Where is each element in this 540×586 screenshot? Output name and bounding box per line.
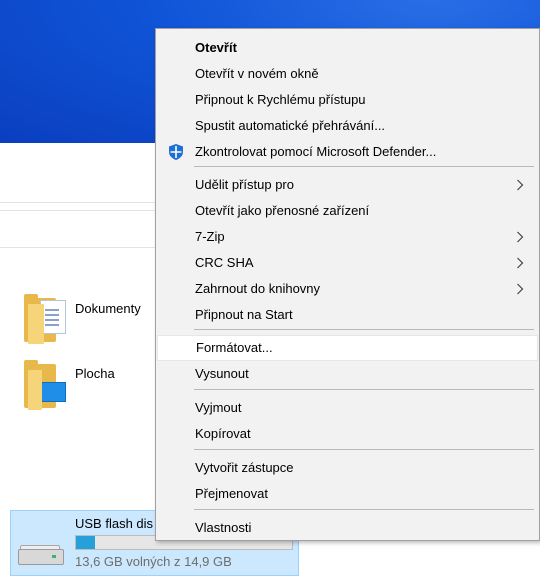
usb-drive-icon <box>18 545 64 565</box>
menu-item-label: Spustit automatické přehrávání... <box>195 118 386 133</box>
menu-item-kopirovat[interactable]: Kopírovat <box>157 421 538 447</box>
menu-item-label: Vlastnosti <box>195 520 252 535</box>
menu-separator <box>194 509 534 510</box>
drive-usage-fill <box>76 536 96 549</box>
menu-item-label: Vyjmout <box>195 400 242 415</box>
menu-item-label: Kopírovat <box>195 426 251 441</box>
menu-item-label: Přejmenovat <box>195 486 268 501</box>
folder-label-plocha[interactable]: Plocha <box>75 366 115 381</box>
menu-item-label: Otevřít <box>195 40 237 55</box>
menu-item-label: Vysunout <box>195 366 249 381</box>
documents-folder-icon[interactable] <box>24 294 72 346</box>
menu-item-label: Zahrnout do knihovny <box>195 281 321 296</box>
divider <box>0 202 155 203</box>
menu-item-vysunout[interactable]: Vysunout <box>157 361 538 387</box>
menu-item-pripnout-na-start[interactable]: Připnout na Start <box>157 302 538 328</box>
menu-item-udelit-pristup-pro[interactable]: Udělit přístup pro <box>157 172 538 198</box>
menu-item-zahrnout-do-knihovny[interactable]: Zahrnout do knihovny <box>157 276 538 302</box>
menu-item-label: Formátovat... <box>196 340 273 355</box>
menu-item-label: Udělit přístup pro <box>195 177 294 192</box>
chevron-right-icon <box>516 172 526 198</box>
folder-label-dokumenty[interactable]: Dokumenty <box>75 301 141 316</box>
menu-item-label: Otevřít v novém okně <box>195 66 319 81</box>
chevron-right-icon <box>516 250 526 276</box>
menu-item-otevrit-jako-prenosne-zarizeni[interactable]: Otevřít jako přenosné zařízení <box>157 198 538 224</box>
menu-item-formatovat[interactable]: Formátovat... <box>157 335 538 361</box>
context-menu: Otevřít Otevřít v novém okně Připnout k Ry… <box>155 28 540 541</box>
defender-shield-icon <box>167 143 185 161</box>
menu-item-crc-sha[interactable]: CRC SHA <box>157 250 538 276</box>
menu-item-otevrit[interactable]: Otevřít <box>157 35 538 61</box>
menu-item-vytvorit-zastupce[interactable]: Vytvořit zástupce <box>157 455 538 481</box>
drive-free-space: 13,6 GB volných z 14,9 GB <box>75 554 232 569</box>
drive-title: USB flash dis <box>75 516 154 531</box>
menu-separator <box>194 166 534 167</box>
menu-item-zkontrolovat-pomoci-microsoft-defender[interactable]: Zkontrolovat pomocí Microsoft Defender..… <box>157 139 538 165</box>
folder-front <box>28 370 42 410</box>
chevron-right-icon <box>516 276 526 302</box>
menu-item-label: Vytvořit zástupce <box>195 460 294 475</box>
menu-item-label: Zkontrolovat pomocí Microsoft Defender..… <box>195 144 437 159</box>
address-strip <box>0 210 155 248</box>
menu-item-label: Připnout k Rychlému přístupu <box>195 92 366 107</box>
menu-item-label: CRC SHA <box>195 255 254 270</box>
desktop-folder-icon[interactable] <box>24 360 72 412</box>
desktop-screen <box>38 382 66 402</box>
chevron-right-icon <box>516 224 526 250</box>
menu-item-vyjmout[interactable]: Vyjmout <box>157 395 538 421</box>
menu-item-prejmenovat[interactable]: Přejmenovat <box>157 481 538 507</box>
folder-front <box>28 304 44 344</box>
menu-separator <box>194 389 534 390</box>
menu-separator <box>194 329 534 330</box>
menu-item-spustit-automaticke-prehravani[interactable]: Spustit automatické přehrávání... <box>157 113 538 139</box>
menu-item-7-zip[interactable]: 7-Zip <box>157 224 538 250</box>
menu-item-label: Otevřít jako přenosné zařízení <box>195 203 370 218</box>
menu-item-vlastnosti[interactable]: Vlastnosti <box>157 515 538 541</box>
menu-separator <box>194 449 534 450</box>
menu-item-pripnout-k-rychlemu-pristupu[interactable]: Připnout k Rychlému přístupu <box>157 87 538 113</box>
menu-item-label: 7-Zip <box>195 229 225 244</box>
menu-item-label: Připnout na Start <box>195 307 293 322</box>
menu-item-otevrit-v-novem-okne[interactable]: Otevřít v novém okně <box>157 61 538 87</box>
